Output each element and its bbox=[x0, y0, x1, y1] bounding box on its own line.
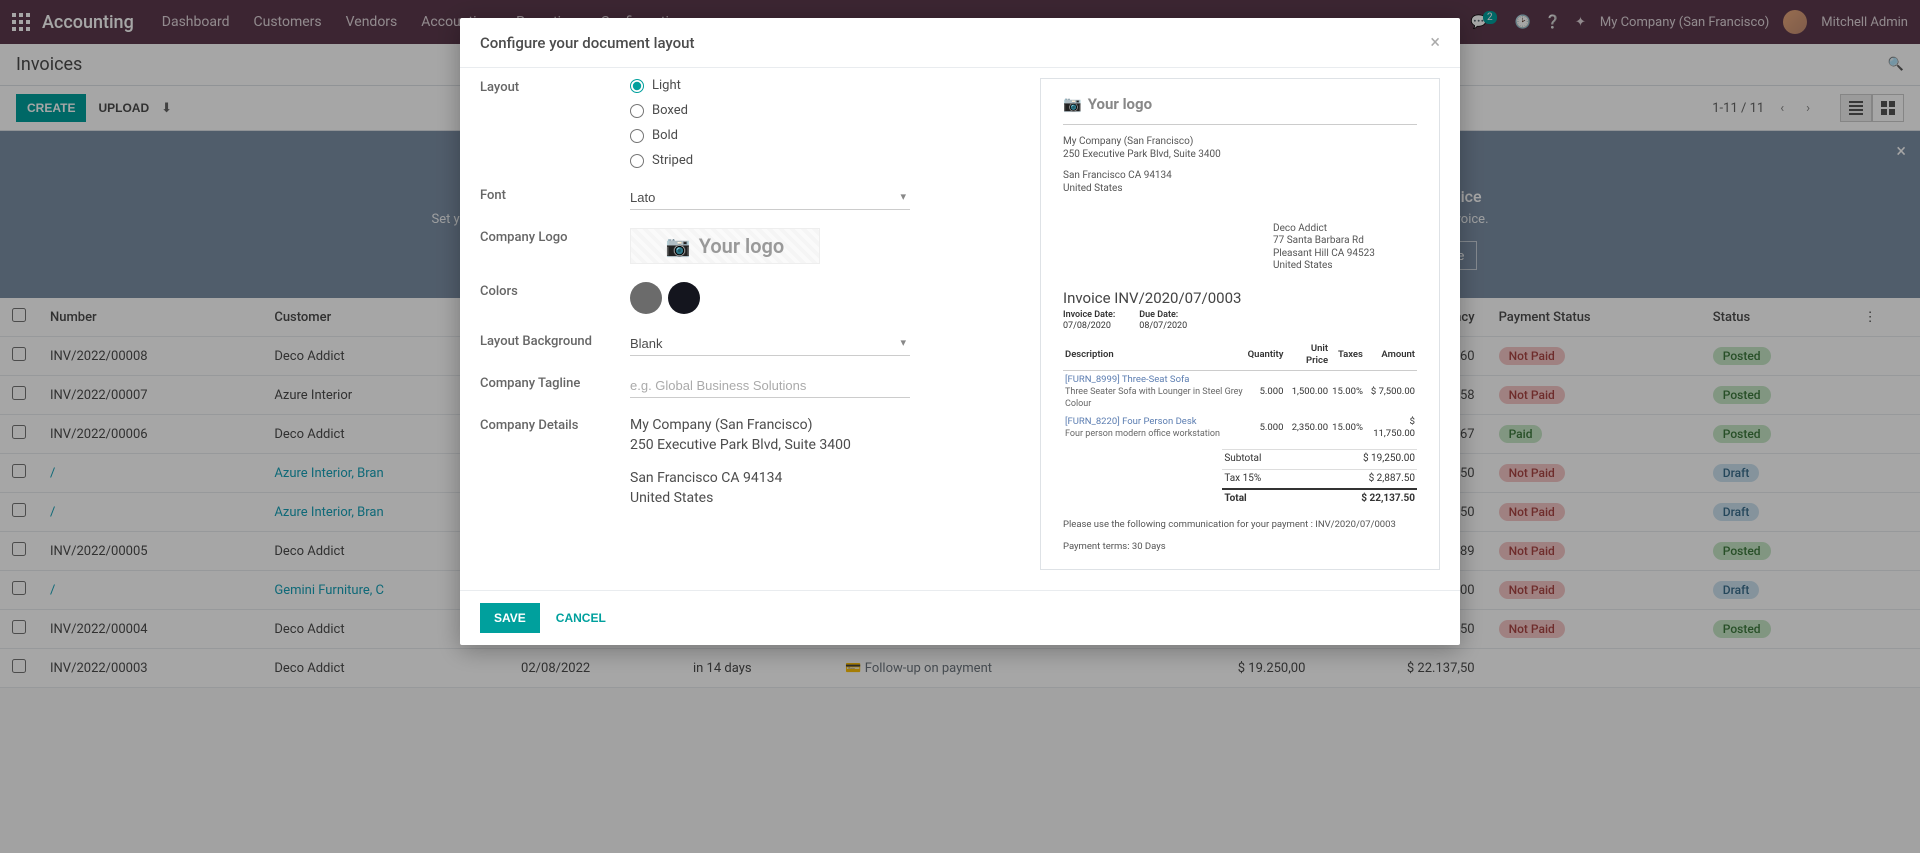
layout-options: Light Boxed Bold Striped bbox=[630, 78, 930, 168]
document-layout-modal: Configure your document layout × Layout … bbox=[460, 18, 1460, 645]
background-select[interactable] bbox=[630, 332, 910, 356]
save-button[interactable]: SAVE bbox=[480, 603, 540, 633]
color-primary[interactable] bbox=[630, 282, 662, 314]
label-details: Company Details bbox=[480, 416, 630, 433]
label-colors: Colors bbox=[480, 282, 630, 299]
camera-icon: 📷 bbox=[1063, 95, 1082, 114]
color-secondary[interactable] bbox=[668, 282, 700, 314]
label-logo: Company Logo bbox=[480, 228, 630, 245]
layout-striped[interactable]: Striped bbox=[630, 153, 930, 168]
label-layout: Layout bbox=[480, 78, 630, 95]
layout-light[interactable]: Light bbox=[630, 78, 930, 93]
label-tagline: Company Tagline bbox=[480, 374, 630, 391]
tagline-input[interactable] bbox=[630, 374, 910, 398]
preview-doc-title: Invoice INV/2020/07/0003 bbox=[1063, 289, 1417, 308]
modal-close-button[interactable]: × bbox=[1430, 32, 1440, 53]
cancel-button[interactable]: CANCEL bbox=[556, 611, 606, 625]
font-select[interactable] bbox=[630, 186, 910, 210]
label-background: Layout Background bbox=[480, 332, 630, 349]
camera-icon: 📷 bbox=[666, 234, 691, 258]
logo-upload[interactable]: 📷 Your logo bbox=[630, 228, 820, 264]
layout-bold[interactable]: Bold bbox=[630, 128, 930, 143]
company-details[interactable]: My Company (San Francisco) 250 Executive… bbox=[630, 416, 930, 508]
label-font: Font bbox=[480, 186, 630, 203]
layout-boxed[interactable]: Boxed bbox=[630, 103, 930, 118]
modal-title: Configure your document layout bbox=[480, 34, 695, 52]
document-preview: 📷Your logo My Company (San Francisco) 25… bbox=[1040, 78, 1440, 570]
